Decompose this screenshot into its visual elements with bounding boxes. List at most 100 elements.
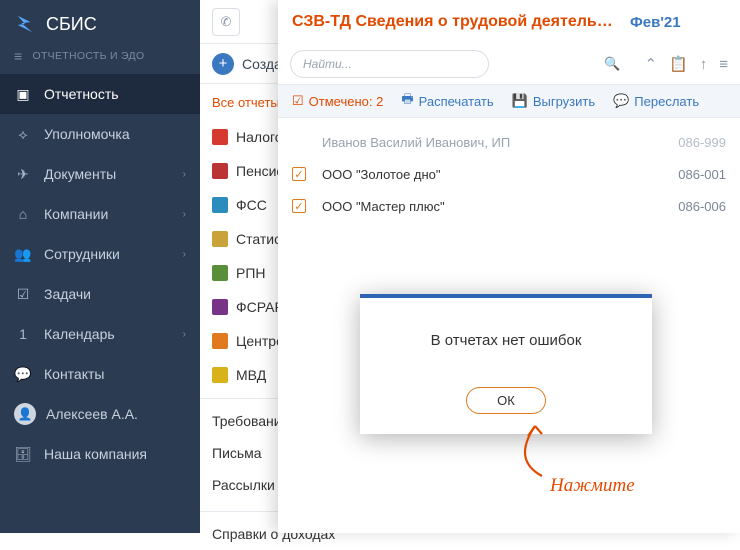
expand-icon[interactable]: ⌃ <box>644 55 657 73</box>
logo-row: СБИС <box>0 0 200 48</box>
agency-icon <box>212 231 228 247</box>
search-wrap: 🔍 <box>290 50 630 78</box>
action-bar: ☑ Отмечено: 2 🖶 Распечатать 💾 Выгрузить 💬 Пе… <box>278 84 740 118</box>
nav-label: Сотрудники <box>44 246 120 262</box>
handshake-icon: ⟡ <box>14 125 32 143</box>
agency-icon <box>212 299 228 315</box>
chevron-right-icon: › <box>183 169 186 180</box>
checkbox[interactable]: ✓ <box>292 199 306 213</box>
nav-list: ▣ Отчетность ⟡ Уполномочка ✈Документы› ⌂ Ко… <box>0 74 200 474</box>
row-code: 086-001 <box>678 167 726 182</box>
nav-label: Календарь <box>44 326 115 342</box>
category-label: ФСС <box>236 197 267 213</box>
table-row[interactable]: ✓ ООО "Мастер плюс" 086-006 <box>278 190 740 222</box>
detail-panel: СЗВ-ТД Сведения о трудовой деятельно... … <box>278 0 740 533</box>
app-subtitle: ОТЧЕТНОСТЬ И ЭДО <box>32 50 144 62</box>
hamburger-icon[interactable]: ≡ <box>14 48 22 64</box>
chevron-right-icon: › <box>183 209 186 220</box>
panel-period[interactable]: Фев'21 <box>630 14 681 31</box>
avatar: 👤 <box>14 403 36 425</box>
people-icon: 👥 <box>14 245 32 263</box>
panel-title: СЗВ-ТД Сведения о трудовой деятельно... <box>292 13 622 31</box>
nav-item-docs[interactable]: ✈Документы› <box>0 154 200 194</box>
row-code: 086-999 <box>678 135 726 150</box>
forward-action[interactable]: 💬 Переслать <box>613 93 699 109</box>
clipboard-up-icon[interactable]: 📋 <box>669 55 688 73</box>
upload-icon[interactable]: ↑ <box>700 56 708 73</box>
nav-label: Компании <box>44 206 108 222</box>
calendar-icon: 1 <box>14 325 32 343</box>
clipboard-icon: ☑ <box>14 285 32 303</box>
create-button[interactable]: + <box>212 53 234 75</box>
tool-icons: ⌃ 📋 ↑ ≡ <box>644 55 728 73</box>
table-row[interactable]: Иванов Василий Иванович, ИП 086-999 <box>278 126 740 158</box>
nav-item-user[interactable]: 👤 Алексеев А.А. <box>0 394 200 434</box>
report-icon: ▣ <box>14 85 32 103</box>
row-name: ООО "Мастер плюс" <box>322 199 445 214</box>
item-label: Письма <box>212 445 262 461</box>
print-icon: 🖶 <box>401 90 413 112</box>
row-name: ООО "Золотое дно" <box>322 167 441 182</box>
action-label: Переслать <box>634 94 699 109</box>
table-row[interactable]: ✓ ООО "Золотое дно" 086-001 <box>278 158 740 190</box>
modal-message: В отчетах нет ошибок <box>370 332 642 349</box>
modal-body: В отчетах нет ошибок ОК <box>360 298 652 434</box>
selected-count[interactable]: ☑ Отмечено: 2 <box>292 93 383 109</box>
category-label: ФСРАР <box>236 299 284 315</box>
chevron-right-icon: › <box>183 249 186 260</box>
agency-icon <box>212 197 228 213</box>
sidebar: СБИС ≡ ОТЧЕТНОСТЬ И ЭДО ▣ Отчетность ⟡ Упо… <box>0 0 200 533</box>
forward-icon: 💬 <box>613 93 629 109</box>
agency-icon <box>212 163 228 179</box>
nav-item-tasks[interactable]: ☑ Задачи <box>0 274 200 314</box>
save-icon: 💾 <box>512 93 528 109</box>
subtitle-row: ≡ ОТЧЕТНОСТЬ И ЭДО <box>0 48 200 74</box>
category-label: РПН <box>236 265 266 281</box>
calendar-badge: 1 <box>19 326 27 342</box>
tab-all-reports[interactable]: Все отчеты <box>212 95 280 110</box>
agency-icon <box>212 129 228 145</box>
action-label: Выгрузить <box>533 94 595 109</box>
search-icon[interactable]: 🔍 <box>604 56 620 72</box>
send-icon: ✈ <box>14 165 32 183</box>
item-label: Рассылки <box>212 477 275 493</box>
panel-tools: 🔍 ⌃ 📋 ↑ ≡ <box>278 44 740 84</box>
action-label: Распечатать <box>419 94 494 109</box>
modal-dialog: В отчетах нет ошибок ОК <box>360 294 652 434</box>
panel-title-row: СЗВ-ТД Сведения о трудовой деятельно... … <box>278 0 740 44</box>
agency-icon <box>212 265 228 281</box>
checkbox[interactable]: ✓ <box>292 167 306 181</box>
nav-item-auth[interactable]: ⟡ Уполномочка <box>0 114 200 154</box>
agency-icon <box>212 367 228 383</box>
export-action[interactable]: 💾 Выгрузить <box>512 93 595 109</box>
category-label: МВД <box>236 367 266 383</box>
menu-icon[interactable]: ≡ <box>719 56 728 73</box>
agency-icon <box>212 333 228 349</box>
panel-rows: Иванов Василий Иванович, ИП 086-999 ✓ ОО… <box>278 118 740 222</box>
nav-label: Задачи <box>44 286 91 302</box>
nav-label: Уполномочка <box>44 126 130 142</box>
print-action[interactable]: 🖶 Распечатать <box>401 90 493 112</box>
nav-item-company[interactable]: 🗄 Наша компания <box>0 434 200 474</box>
logo-icon <box>14 13 36 35</box>
nav-item-reports[interactable]: ▣ Отчетность <box>0 74 200 114</box>
nav-item-calendar[interactable]: 1 Календарь › <box>0 314 200 354</box>
nav-label: Отчетность <box>44 86 119 102</box>
app-name: СБИС <box>46 14 97 35</box>
phone-button[interactable]: ✆ <box>212 8 240 36</box>
building-icon: ⌂ <box>14 205 32 223</box>
nav-label: Алексеев А.А. <box>46 406 138 422</box>
nav-item-employees[interactable]: 👥 Сотрудники › <box>0 234 200 274</box>
chat-icon: 💬 <box>14 365 32 383</box>
nav-item-contacts[interactable]: 💬 Контакты <box>0 354 200 394</box>
company-icon: 🗄 <box>14 445 32 463</box>
nav-label: Контакты <box>44 366 104 382</box>
search-input[interactable] <box>290 50 489 78</box>
check-icon: ☑ <box>292 93 304 109</box>
nav-item-companies[interactable]: ⌂ Компании › <box>0 194 200 234</box>
nav-label: Наша компания <box>44 446 147 462</box>
ok-button[interactable]: ОК <box>466 387 546 414</box>
selected-label: Отмечено: 2 <box>309 94 384 109</box>
row-code: 086-006 <box>678 199 726 214</box>
chevron-right-icon: › <box>183 329 186 340</box>
